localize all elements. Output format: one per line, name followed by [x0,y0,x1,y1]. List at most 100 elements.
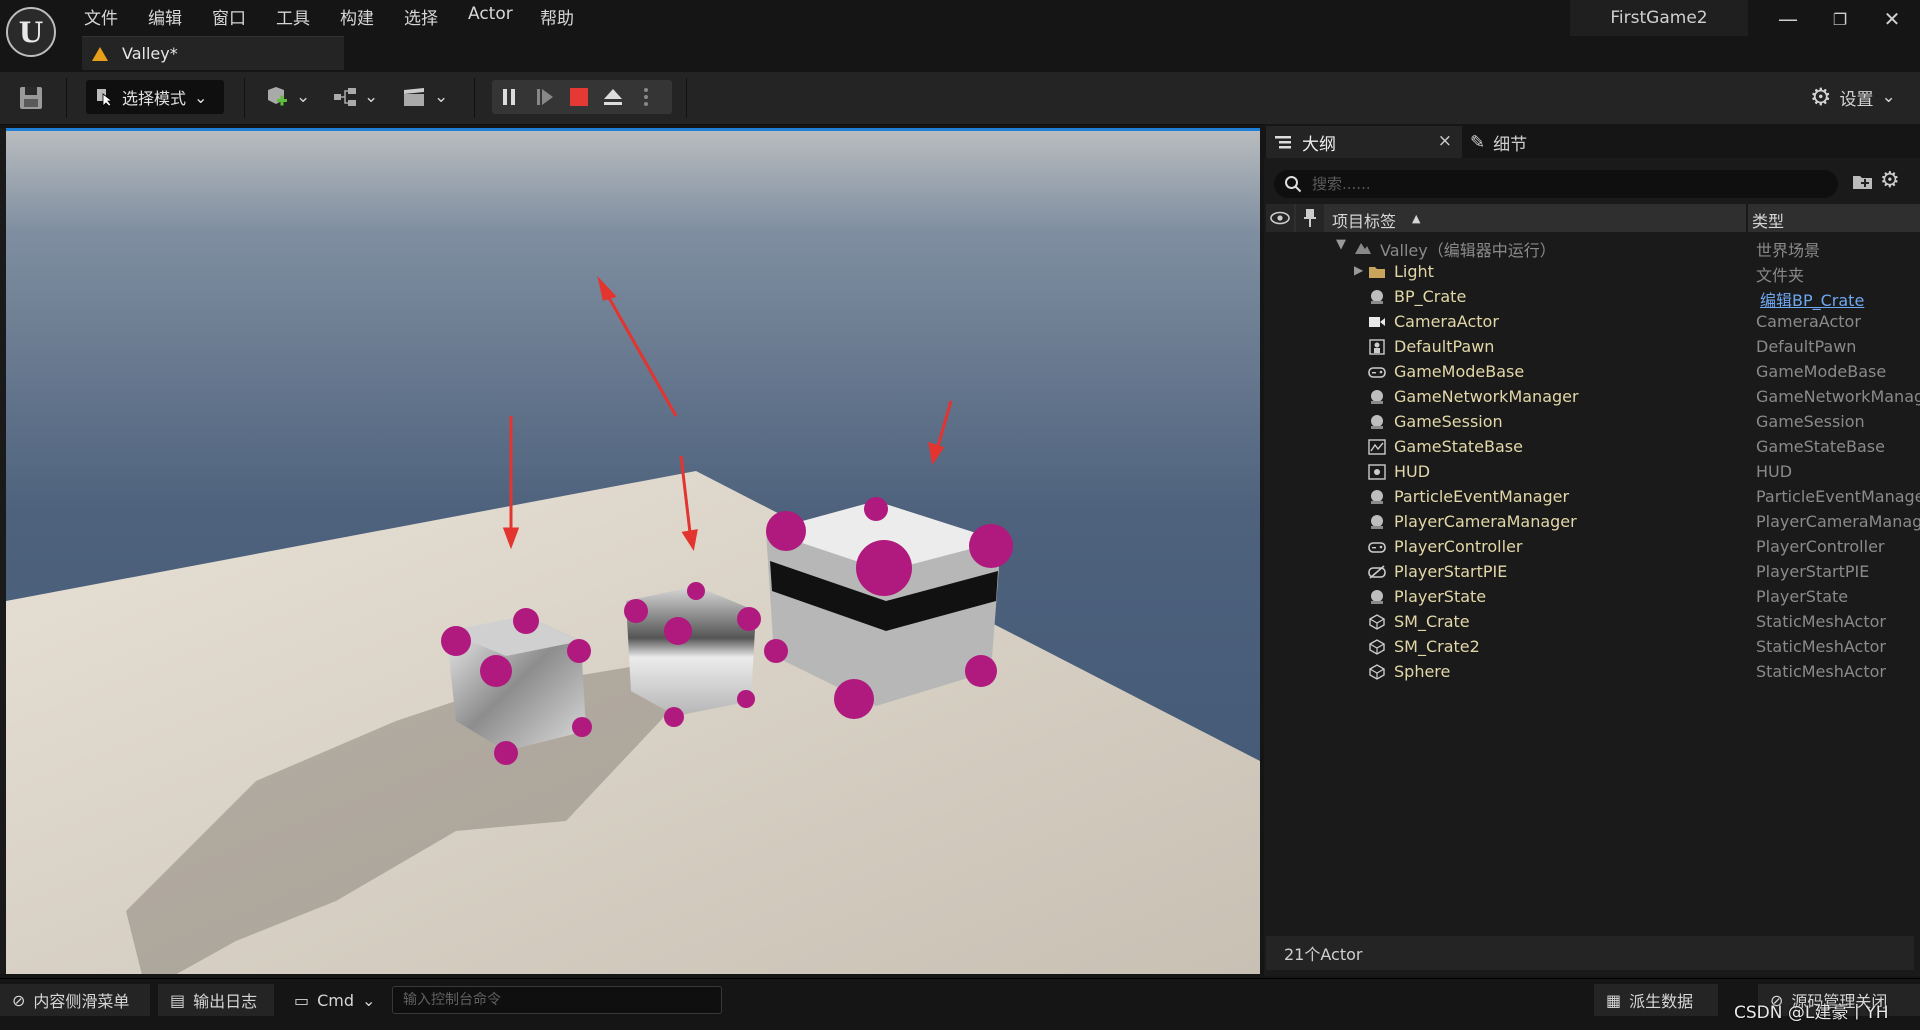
actor-sphere-icon [1371,590,1383,604]
expand-arrow-icon[interactable]: ▼ [1336,237,1346,252]
add-actor-dropdown[interactable]: ⌄ [264,82,310,112]
outliner-row-label: PlayerState [1394,587,1487,606]
outliner-row[interactable]: PlayerStartPIE PlayerStartPIE [1266,560,1920,585]
menu-item[interactable]: 工具 [276,4,310,29]
player-start-icon [1368,565,1386,579]
outliner-row-type: PlayerState [1756,587,1849,606]
cinematics-dropdown[interactable]: ⌄ [402,82,448,112]
search-input[interactable] [1310,174,1794,194]
terminal-icon: ▭ [294,990,310,1010]
level-viewport[interactable] [6,128,1260,974]
outliner-row[interactable]: CameraActor CameraActor [1266,310,1920,335]
outliner-row[interactable]: PlayerController PlayerController [1266,535,1920,560]
eject-button[interactable] [596,80,630,114]
outliner-row[interactable]: PlayerCameraManager PlayerCameraManager [1266,510,1920,535]
outliner-row-type: GameSession [1756,412,1865,431]
column-divider[interactable] [1746,204,1748,232]
outliner-search[interactable] [1274,170,1838,198]
cmd-label: Cmd [317,990,355,1010]
save-icon[interactable] [16,84,46,112]
add-folder-icon[interactable] [1852,172,1874,197]
outliner-list-icon [1275,136,1291,149]
outliner-row-label: DefaultPawn [1394,337,1495,356]
outliner-row-label: HUD [1394,462,1431,481]
outliner-row-type[interactable]: 编辑BP_Crate [1760,287,1920,311]
actor-sphere-icon [1371,290,1383,304]
folder-icon [1369,267,1385,278]
cursor-icon [97,89,114,107]
toolbar-separator [66,78,67,118]
menu-item[interactable]: 窗口 [212,4,246,29]
menu-item[interactable]: 构建 [340,4,374,29]
outliner-row-type: StaticMeshActor [1756,637,1886,656]
unreal-logo-icon[interactable]: U [6,7,56,57]
logo-letter: U [18,15,44,49]
close-window-button[interactable]: ✕ [1874,6,1910,32]
chevron-down-icon: ⌄ [434,87,449,107]
outliner-row-label: PlayerController [1394,537,1523,556]
select-mode-dropdown[interactable]: 选择模式 ⌄ [86,80,224,114]
outliner-row[interactable]: SM_Crate2 StaticMeshActor [1266,635,1920,660]
outliner-row[interactable]: GameNetworkManager GameNetworkManager [1266,385,1920,410]
step-frame-button[interactable] [528,80,562,114]
close-tab-icon[interactable]: × [1438,131,1452,151]
menu-item[interactable]: 选择 [404,4,438,29]
outliner-row-label: BP_Crate [1394,287,1467,306]
actor-sphere-icon [1371,415,1383,429]
static-mesh-icon [1369,664,1385,680]
sort-ascending-icon: ▲ [1412,212,1421,225]
outliner-row[interactable]: GameModeBase GameModeBase [1266,360,1920,385]
outliner-row-type: PlayerStartPIE [1756,562,1870,581]
outliner-row-type: GameNetworkManager [1756,387,1920,406]
outliner-row[interactable]: GameSession GameSession [1266,410,1920,435]
output-log-button[interactable]: ▤ 输出日志 [158,984,274,1016]
content-drawer-icon: ⊘ [12,990,26,1010]
derived-data-button[interactable]: ▦ 派生数据 [1594,984,1718,1016]
outliner-row-type: StaticMeshActor [1756,662,1886,681]
outliner-row-type: DefaultPawn [1756,337,1857,356]
menu-item[interactable]: 编辑 [148,4,182,29]
menu-item[interactable]: Actor [468,4,513,24]
tab-details[interactable]: ✎ 细节 [1470,126,1590,158]
menu-item[interactable]: 帮助 [540,4,574,29]
blueprint-dropdown[interactable]: ⌄ [332,82,378,112]
column-type[interactable]: 类型 [1752,208,1784,232]
content-drawer-button[interactable]: ⊘ 内容侧滑菜单 [0,984,150,1016]
level-tab[interactable]: Valley* [82,36,344,70]
outliner-row-label: ParticleEventManager [1394,487,1570,506]
outliner-root-row[interactable]: ▼ Valley（编辑器中运行） 世界场景 [1266,235,1920,260]
column-item-label[interactable]: 项目标签 [1332,208,1396,232]
menu-item[interactable]: 文件 [84,4,118,29]
restore-button[interactable]: ❐ [1822,6,1858,32]
outliner-row[interactable]: BP_Crate 编辑BP_Crate [1266,285,1920,310]
chevron-down-icon: ⌄ [362,990,376,1010]
pause-button[interactable] [492,80,526,114]
outliner-row[interactable]: ParticleEventManager ParticleEventManager [1266,485,1920,510]
outliner-row[interactable]: SM_Crate StaticMeshActor [1266,610,1920,635]
outliner-row-type: GameModeBase [1756,362,1887,381]
level-tab-label: Valley* [122,44,178,63]
visibility-column[interactable] [1266,204,1294,232]
add-actor-icon [268,87,287,106]
outliner-row[interactable]: ▶ Light 文件夹 [1266,260,1920,285]
pencil-icon: ✎ [1470,131,1486,153]
minimize-button[interactable]: — [1770,6,1806,32]
outliner-row[interactable]: PlayerState PlayerState [1266,585,1920,610]
gamepad-icon [1368,367,1386,378]
outliner-row[interactable]: Sphere StaticMeshActor [1266,660,1920,685]
derived-data-icon: ▦ [1606,990,1622,1010]
expand-arrow-icon[interactable]: ▶ [1354,263,1363,277]
stop-icon [570,88,588,106]
outliner-row[interactable]: GameStateBase GameStateBase [1266,435,1920,460]
pin-column[interactable] [1296,204,1324,232]
settings-button[interactable]: ⚙ 设置 ⌄ [1810,80,1896,114]
chevron-down-icon: ⌄ [194,87,208,107]
outliner-row[interactable]: HUD HUD [1266,460,1920,485]
stop-button[interactable] [562,80,596,114]
play-options-button[interactable] [632,80,660,114]
outliner-row[interactable]: DefaultPawn DefaultPawn [1266,335,1920,360]
cmd-dropdown[interactable]: ▭ Cmd ⌄ [282,984,382,1016]
tab-outliner[interactable]: 大纲 × [1266,126,1462,158]
outliner-settings-gear-icon[interactable]: ⚙ [1880,168,1900,193]
console-command-input[interactable] [392,986,722,1014]
